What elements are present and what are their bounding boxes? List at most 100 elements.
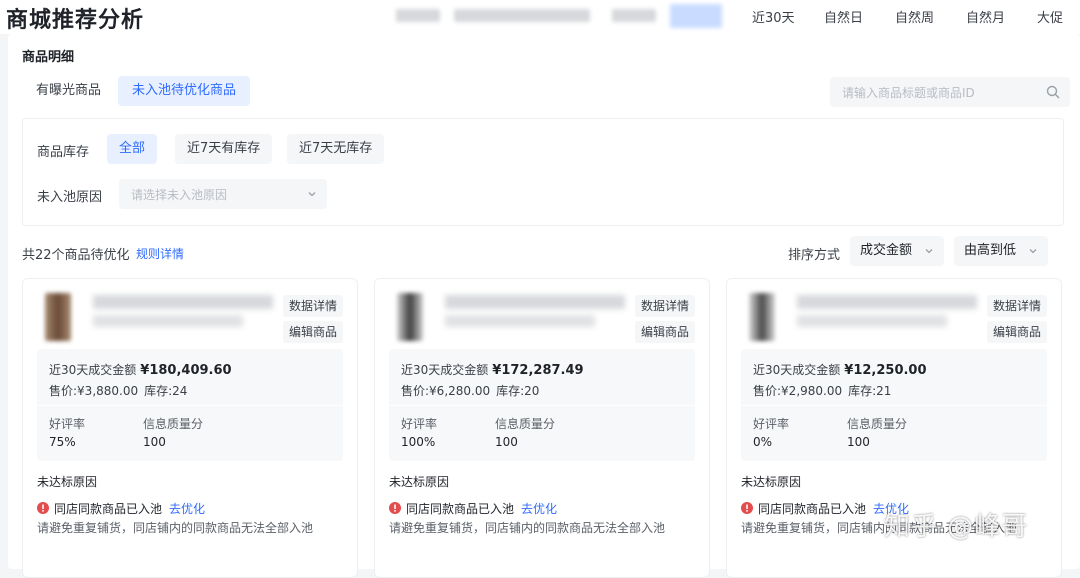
range-tab-day[interactable]: 自然日 <box>824 7 863 26</box>
optimize-link[interactable]: 去优化 <box>169 500 205 517</box>
gmv-label: 近30天成交金额 <box>753 363 841 377</box>
quality-label: 信息质量分 <box>143 417 204 431</box>
range-tab-promo[interactable]: 大促 <box>1037 7 1063 26</box>
price-stock-row: 售价:¥6,280.00 库存:20 <box>401 382 545 399</box>
gmv-value: ¥12,250.00 <box>844 363 927 378</box>
stock-option-in-stock[interactable]: 近7天有库存 <box>175 134 273 164</box>
chevron-down-icon <box>1029 249 1037 254</box>
sort-field-select[interactable]: 成交金额 <box>850 236 944 266</box>
warning-icon <box>741 502 753 514</box>
chevron-down-icon <box>925 249 933 254</box>
quality-value: 100 <box>143 435 166 449</box>
divider <box>37 405 343 406</box>
edit-product-button[interactable]: 编辑商品 <box>987 321 1048 343</box>
gmv-label: 近30天成交金额 <box>401 363 489 377</box>
blurred-tab[interactable] <box>612 9 656 22</box>
price-stock-row: 售价:¥3,880.00 库存:24 <box>49 382 193 399</box>
edit-product-button[interactable]: 编辑商品 <box>283 321 344 343</box>
reason-title: 未达标原因 <box>389 475 450 489</box>
gmv-row: 近30天成交金额 ¥172,287.49 <box>401 361 584 378</box>
product-subtitle-blurred <box>93 315 243 327</box>
data-detail-button[interactable]: 数据详情 <box>635 295 696 317</box>
warning-icon <box>37 502 49 514</box>
product-subtitle-blurred <box>445 315 595 327</box>
page-title: 商城推荐分析 <box>6 8 145 33</box>
quality-label: 信息质量分 <box>847 417 908 431</box>
reason-title: 未达标原因 <box>741 475 802 489</box>
product-thumbnail[interactable] <box>749 293 775 341</box>
product-detail-panel: 商品明细 有曝光商品 未入池待优化商品 请输入商品标题或商品ID 商品库存 全部… <box>8 34 1080 578</box>
gmv-value: ¥180,409.60 <box>140 363 232 378</box>
rating-value: 0% <box>753 435 773 449</box>
watermark: 知乎 @峰哥 <box>884 512 1029 542</box>
reason-hint: 请避免重复铺货，同店铺内的同款商品无法全部入池 <box>37 521 314 535</box>
search-icon[interactable] <box>1046 85 1060 99</box>
product-thumbnail[interactable] <box>397 293 423 341</box>
reason-hint: 请避免重复铺货，同店铺内的同款商品无法全部入池 <box>389 521 666 535</box>
product-card: 数据详情 编辑商品 近30天成交金额 ¥172,287.49 售价:¥6,280.… <box>374 278 710 578</box>
product-stats: 近30天成交金额 ¥180,409.60 售价:¥3,880.00 库存:24 好评… <box>37 349 343 461</box>
product-title-blurred[interactable] <box>797 295 977 309</box>
search-input[interactable]: 请输入商品标题或商品ID <box>830 77 1070 107</box>
quality-label: 信息质量分 <box>495 417 556 431</box>
pending-count: 共22个商品待优化 <box>22 248 130 263</box>
stock-option-all[interactable]: 全部 <box>107 134 158 164</box>
reason-title: 未达标原因 <box>37 475 98 489</box>
search-placeholder: 请输入商品标题或商品ID <box>842 86 975 100</box>
gmv-label: 近30天成交金额 <box>49 363 137 377</box>
tab-pending-products[interactable]: 未入池待优化商品 <box>118 76 251 106</box>
blurred-tab[interactable] <box>454 9 590 22</box>
stock-value: 库存:20 <box>496 384 540 398</box>
divider <box>741 405 1047 406</box>
rating-label: 好评率 <box>401 417 438 431</box>
top-bar: 商城推荐分析 近30天 自然日 自然周 自然月 大促 <box>0 0 1080 34</box>
reason-select[interactable]: 请选择未入池原因 <box>119 179 327 209</box>
gmv-row: 近30天成交金额 ¥180,409.60 <box>49 361 232 378</box>
product-card: 数据详情 编辑商品 近30天成交金额 ¥180,409.60 售价:¥3,880.… <box>22 278 358 578</box>
product-stats: 近30天成交金额 ¥172,287.49 售价:¥6,280.00 库存:20 好评… <box>389 349 695 461</box>
reason-select-placeholder: 请选择未入池原因 <box>131 188 228 202</box>
reason-filter-label: 未入池原因 <box>37 190 103 205</box>
price-value: 售价:¥6,280.00 <box>401 384 491 398</box>
product-title-blurred[interactable] <box>445 295 625 309</box>
product-thumbnail[interactable] <box>45 293 71 341</box>
sort-label: 排序方式 <box>788 248 841 263</box>
product-subtitle-blurred <box>797 315 947 327</box>
optimize-link[interactable]: 去优化 <box>521 500 557 517</box>
sort-order-value: 由高到低 <box>964 243 1017 258</box>
range-tab-week[interactable]: 自然周 <box>895 7 934 26</box>
stock-value: 库存:21 <box>848 384 892 398</box>
quality-value: 100 <box>847 435 870 449</box>
sort-order-select[interactable]: 由高到低 <box>954 236 1048 266</box>
product-stats: 近30天成交金额 ¥12,250.00 售价:¥2,980.00 库存:21 好评率… <box>741 349 1047 461</box>
blurred-active-tab[interactable] <box>670 4 722 28</box>
data-detail-button[interactable]: 数据详情 <box>283 295 344 317</box>
reason-text: 同店同款商品已入池 <box>406 502 515 516</box>
rule-detail-link[interactable]: 规则详情 <box>136 245 184 262</box>
data-detail-button[interactable]: 数据详情 <box>987 295 1048 317</box>
stock-filter-label: 商品库存 <box>37 145 90 160</box>
stock-option-out-of-stock[interactable]: 近7天无库存 <box>287 134 385 164</box>
tab-exposed-products[interactable]: 有曝光商品 <box>22 76 115 106</box>
blurred-tab[interactable] <box>396 9 440 22</box>
sort-field-value: 成交金额 <box>860 243 913 258</box>
filter-box: 商品库存 全部 近7天有库存 近7天无库存 未入池原因 请选择未入池原因 <box>22 118 1064 226</box>
price-value: 售价:¥2,980.00 <box>753 384 843 398</box>
reason-text: 同店同款商品已入池 <box>54 502 163 516</box>
range-tab-30d[interactable]: 近30天 <box>752 7 795 26</box>
rating-label: 好评率 <box>49 417 86 431</box>
price-stock-row: 售价:¥2,980.00 库存:21 <box>753 382 897 399</box>
section-title: 商品明细 <box>22 50 75 65</box>
rating-value: 100% <box>401 435 436 449</box>
warning-icon <box>389 502 401 514</box>
chevron-down-icon <box>308 192 316 197</box>
gmv-row: 近30天成交金额 ¥12,250.00 <box>753 361 927 378</box>
product-title-blurred[interactable] <box>93 295 273 309</box>
rating-value: 75% <box>49 435 76 449</box>
gmv-value: ¥172,287.49 <box>492 363 584 378</box>
stock-value: 库存:24 <box>144 384 188 398</box>
rating-label: 好评率 <box>753 417 790 431</box>
range-tab-month[interactable]: 自然月 <box>966 7 1005 26</box>
edit-product-button[interactable]: 编辑商品 <box>635 321 696 343</box>
reason-text: 同店同款商品已入池 <box>758 502 867 516</box>
